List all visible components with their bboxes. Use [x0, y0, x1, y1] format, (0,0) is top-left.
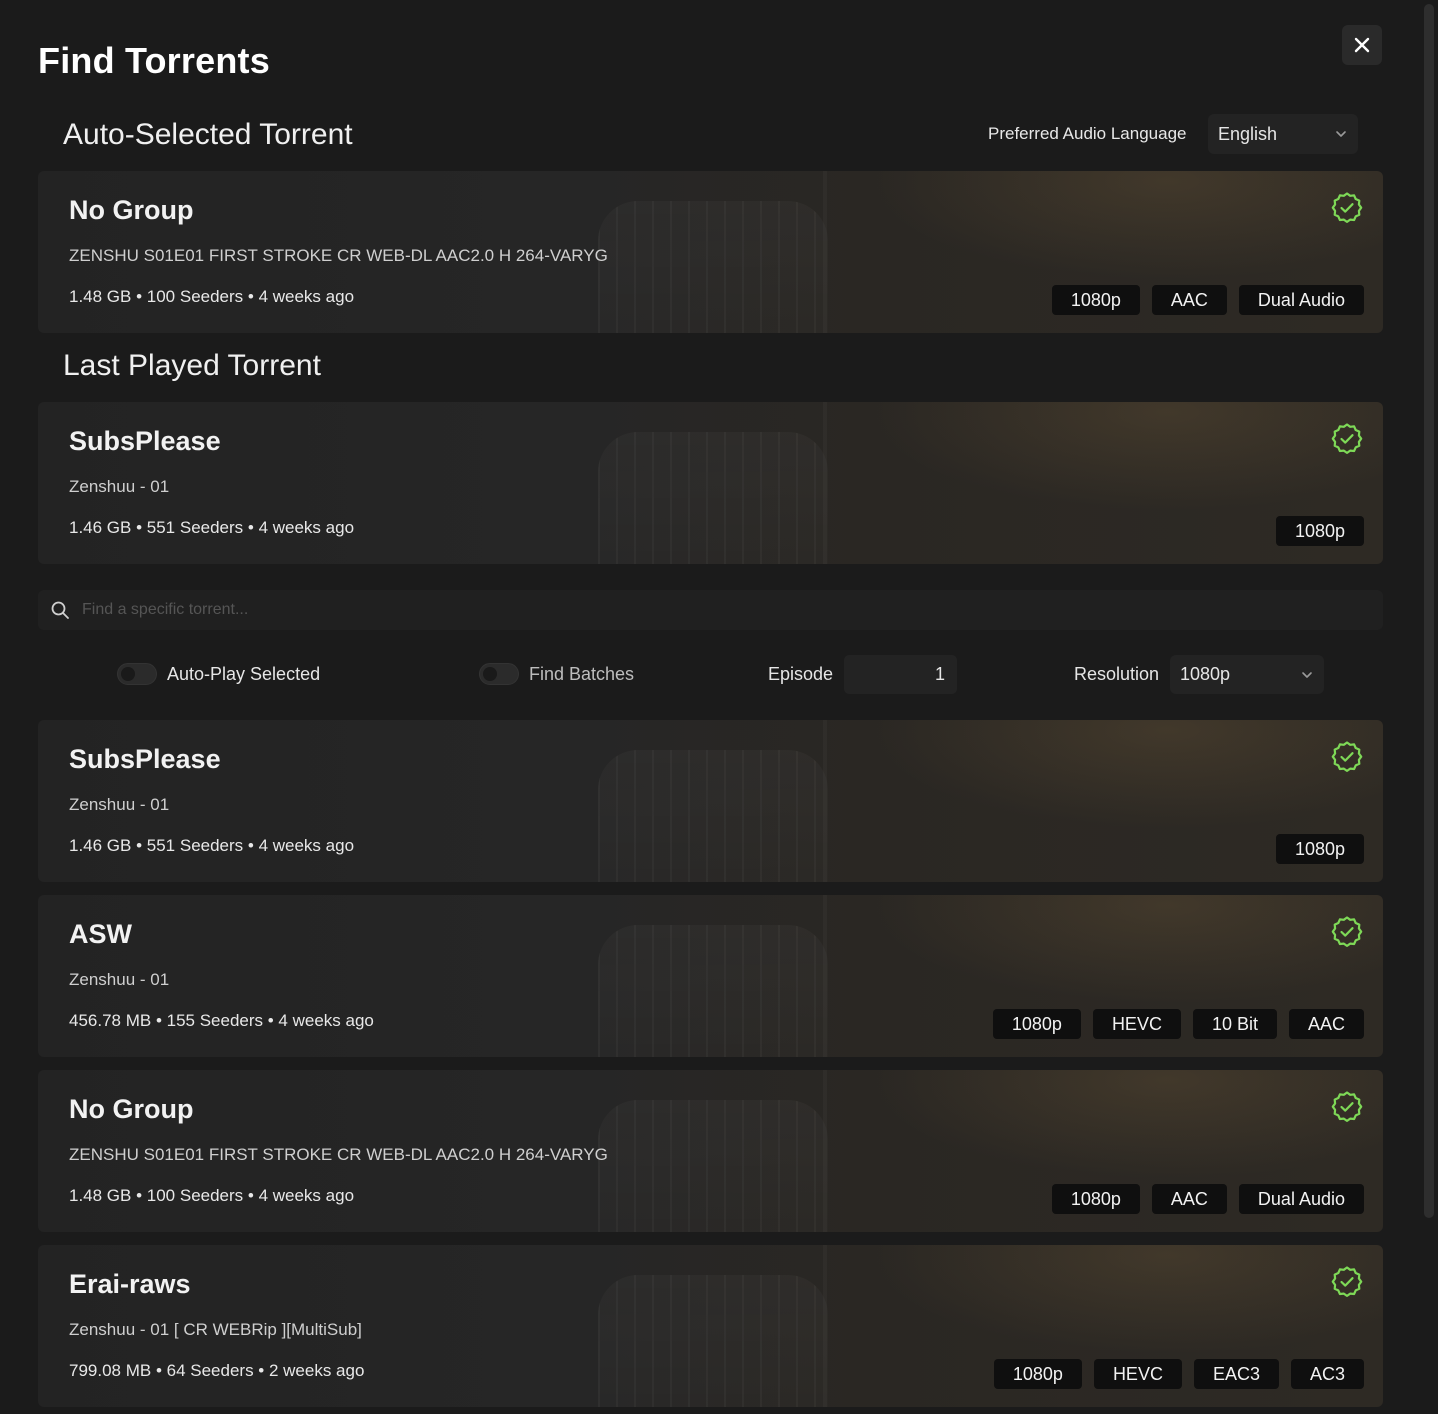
badge-resolution: 1080p	[1275, 834, 1364, 864]
find-batches-label: Find Batches	[529, 664, 635, 684]
badge-resolution: 1080p	[1275, 516, 1364, 546]
badge-bit-depth: 10 Bit	[1192, 1009, 1277, 1039]
badge-list: 1080p	[1275, 834, 1364, 864]
badge-dual-audio: Dual Audio	[1238, 285, 1364, 315]
badge-audio-codec-2: AC3	[1290, 1359, 1364, 1389]
torrent-result-card[interactable]: SubsPlease Zenshuu - 01 1.46 GB • 551 Se…	[38, 720, 1383, 882]
auto-selected-torrent-card[interactable]: No Group ZENSHU S01E01 FIRST STROKE CR W…	[38, 171, 1383, 333]
page-title: Find Torrents	[38, 40, 270, 81]
resolution-select[interactable]: 1080p	[1170, 655, 1324, 694]
badge-list: 1080p AAC Dual Audio	[1051, 1184, 1364, 1214]
episode-label: Episode	[768, 664, 834, 684]
badge-audio-codec: AAC	[1151, 1184, 1227, 1214]
torrent-meta: 1.46 GB • 551 Seeders • 4 weeks ago	[69, 836, 355, 855]
search-input[interactable]	[82, 590, 1372, 630]
torrent-result-card[interactable]: Erai-raws Zenshuu - 01 [ CR WEBRip ][Mul…	[38, 1245, 1383, 1407]
preferred-audio-label: Preferred Audio Language	[988, 124, 1187, 143]
verified-check-icon	[1331, 192, 1363, 223]
badge-resolution: 1080p	[1051, 1184, 1140, 1214]
badge-list: 1080p HEVC EAC3 AC3	[993, 1359, 1364, 1389]
verified-check-icon	[1331, 916, 1363, 947]
verified-check-icon	[1331, 741, 1363, 772]
torrent-group: No Group	[69, 195, 194, 225]
verified-check-icon	[1331, 1266, 1363, 1297]
torrent-search	[38, 590, 1383, 630]
torrent-meta: 456.78 MB • 155 Seeders • 4 weeks ago	[69, 1011, 374, 1030]
badge-video-codec: HEVC	[1092, 1009, 1181, 1039]
torrent-meta: 1.48 GB • 100 Seeders • 4 weeks ago	[69, 1186, 355, 1205]
chevron-down-icon	[1336, 131, 1346, 137]
chevron-down-icon	[1302, 671, 1312, 678]
torrent-name: Zenshuu - 01	[69, 795, 170, 814]
badge-audio-codec: EAC3	[1193, 1359, 1279, 1389]
episode-input[interactable]: 1	[844, 655, 957, 694]
verified-check-icon	[1331, 1091, 1363, 1122]
torrent-name: Zenshuu - 01	[69, 477, 170, 496]
torrent-name: Zenshuu - 01	[69, 970, 170, 989]
badge-resolution: 1080p	[993, 1359, 1082, 1389]
torrent-result-card[interactable]: No Group ZENSHU S01E01 FIRST STROKE CR W…	[38, 1070, 1383, 1232]
torrent-name: Zenshuu - 01 [ CR WEBRip ][MultiSub]	[69, 1320, 362, 1339]
badge-dual-audio: Dual Audio	[1238, 1184, 1364, 1214]
preferred-audio-value: English	[1218, 123, 1278, 144]
badge-audio-codec: AAC	[1151, 285, 1227, 315]
torrent-group: SubsPlease	[69, 426, 221, 456]
auto-play-toggle[interactable]	[117, 663, 157, 685]
torrent-group: Erai-raws	[69, 1269, 191, 1299]
close-icon	[1354, 37, 1370, 53]
auto-selected-heading: Auto-Selected Torrent	[63, 118, 353, 151]
badge-resolution: 1080p	[1051, 285, 1140, 315]
torrent-name: ZENSHU S01E01 FIRST STROKE CR WEB-DL AAC…	[69, 1145, 608, 1164]
scrollbar[interactable]	[1424, 4, 1434, 1218]
auto-play-label: Auto-Play Selected	[167, 664, 321, 684]
torrent-name: ZENSHU S01E01 FIRST STROKE CR WEB-DL AAC…	[69, 246, 608, 265]
torrent-group: No Group	[69, 1094, 194, 1124]
last-played-heading: Last Played Torrent	[63, 349, 321, 382]
torrent-meta: 799.08 MB • 64 Seeders • 2 weeks ago	[69, 1361, 365, 1380]
badge-list: 1080p AAC Dual Audio	[1051, 285, 1364, 315]
episode-value: 1	[934, 664, 945, 684]
last-played-torrent-card[interactable]: SubsPlease Zenshuu - 01 1.46 GB • 551 Se…	[38, 402, 1383, 564]
badge-resolution: 1080p	[992, 1009, 1081, 1039]
badge-list: 1080p HEVC 10 Bit AAC	[992, 1009, 1364, 1039]
torrent-meta: 1.46 GB • 551 Seeders • 4 weeks ago	[69, 518, 355, 537]
preferred-audio-select[interactable]: English	[1208, 114, 1358, 154]
torrent-result-card[interactable]: ASW Zenshuu - 01 456.78 MB • 155 Seeders…	[38, 895, 1383, 1057]
badge-list: 1080p	[1275, 516, 1364, 546]
torrent-meta: 1.48 GB • 100 Seeders • 4 weeks ago	[69, 287, 355, 306]
badge-audio-codec: AAC	[1288, 1009, 1364, 1039]
find-batches-toggle[interactable]	[479, 663, 519, 685]
torrent-group: ASW	[69, 919, 132, 949]
badge-video-codec: HEVC	[1093, 1359, 1182, 1389]
resolution-label: Resolution	[1074, 664, 1160, 684]
find-torrents-modal: Find Torrents Auto-Selected Torrent Pref…	[0, 0, 1438, 1414]
search-icon	[51, 601, 69, 619]
torrent-group: SubsPlease	[69, 744, 221, 774]
verified-check-icon	[1331, 423, 1363, 454]
close-button[interactable]	[1342, 25, 1382, 65]
resolution-value: 1080p	[1180, 664, 1231, 684]
